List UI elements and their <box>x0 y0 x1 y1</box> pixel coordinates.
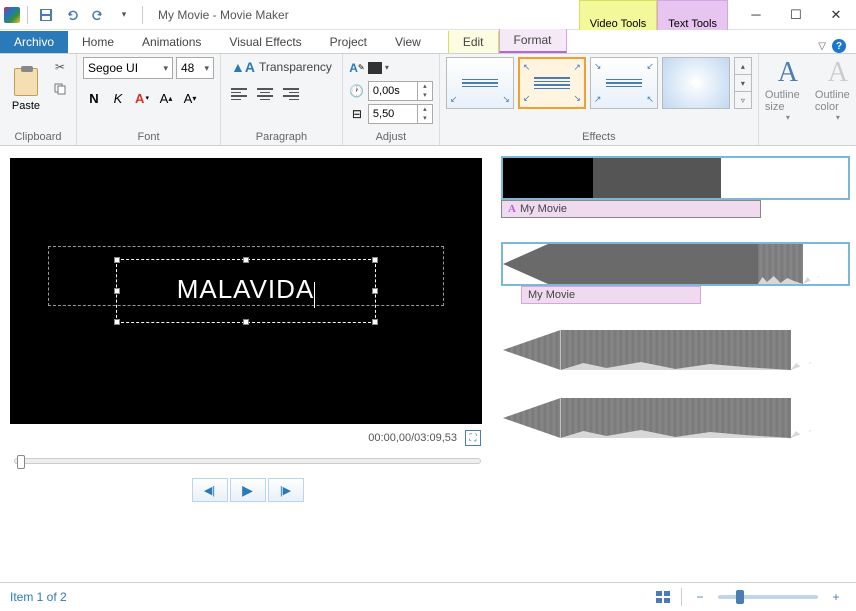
tab-video-edit[interactable]: Edit <box>448 31 499 53</box>
ribbon: Paste ✂ Clipboard Segoe UI▾ 48▾ N K A▾ A… <box>0 54 856 146</box>
tab-text-format[interactable]: Format <box>499 29 567 53</box>
group-font: Segoe UI▾ 48▾ N K A▾ A▴ A▾ Font <box>77 54 221 145</box>
video-tools-context: Video Tools <box>579 0 657 30</box>
copy-button[interactable] <box>50 79 70 99</box>
tab-project[interactable]: Project <box>316 31 381 53</box>
preview-canvas[interactable]: MALAVIDA <box>10 158 482 424</box>
clip-3[interactable] <box>501 328 850 372</box>
font-size-combo[interactable]: 48▾ <box>176 57 214 79</box>
timeline-pane[interactable]: A My Movie My Movie <box>495 146 856 582</box>
zoom-slider[interactable] <box>718 595 818 599</box>
tab-visual-effects[interactable]: Visual Effects <box>215 31 315 53</box>
effects-gallery-more[interactable]: ▴▾▿ <box>734 57 752 109</box>
duration-spinner[interactable]: 5,50 ▴▾ <box>368 104 433 124</box>
app-icon <box>4 7 20 23</box>
duration-icon: ⊟ <box>349 106 365 122</box>
undo-button[interactable] <box>61 4 83 26</box>
align-right-button[interactable] <box>279 83 303 105</box>
background-color-icon[interactable] <box>368 62 382 74</box>
caption-track-2[interactable]: My Movie <box>521 286 701 304</box>
status-bar: Item 1 of 2 − + <box>0 582 856 611</box>
close-button[interactable]: ✕ <box>816 0 856 30</box>
effect-flash[interactable]: ✦ <box>662 57 730 109</box>
seek-thumb[interactable] <box>17 455 25 469</box>
group-effects: ↙↘ ↖↗↙↘ ↘↙↗↖ ✦ ▴▾▿ Effects <box>440 54 759 145</box>
clip-1[interactable]: A My Movie <box>501 156 850 218</box>
tab-animations[interactable]: Animations <box>128 31 215 53</box>
shrink-font-button[interactable]: A▾ <box>179 87 201 109</box>
seek-bar[interactable] <box>14 458 481 464</box>
group-adjust: A✎ ▾ 🕐 0,00s ▴▾ ⊟ 5,50 ▴▾ <box>343 54 440 145</box>
qat-customize[interactable]: ▾ <box>113 4 135 26</box>
clip-4[interactable] <box>501 396 850 440</box>
status-item-count: Item 1 of 2 <box>10 590 67 604</box>
time-display: 00:00,00/03:09,53 <box>368 432 457 444</box>
group-clipboard: Paste ✂ Clipboard <box>0 54 77 145</box>
grow-font-button[interactable]: A▴ <box>155 87 177 109</box>
tab-view[interactable]: View <box>381 31 435 53</box>
start-time-spinner[interactable]: 0,00s ▴▾ <box>368 81 433 101</box>
effect-stretch[interactable]: ↖↗↙↘ <box>518 57 586 109</box>
minimize-button[interactable]: ─ <box>736 0 776 30</box>
outline-size-button[interactable]: A Outline size▾ <box>765 57 811 123</box>
tab-file[interactable]: Archivo <box>0 31 68 53</box>
prev-frame-button[interactable]: ◀| <box>192 478 228 502</box>
zoom-in-button[interactable]: + <box>826 587 846 607</box>
clipboard-icon <box>14 68 38 96</box>
paste-button[interactable]: Paste <box>6 57 46 123</box>
save-button[interactable] <box>35 4 57 26</box>
cut-button[interactable]: ✂ <box>50 57 70 77</box>
outline-color-button[interactable]: A Outline color▾ <box>815 57 856 123</box>
font-color-button[interactable]: A▾ <box>131 87 153 109</box>
fullscreen-button[interactable]: ⛶ <box>465 430 481 446</box>
italic-button[interactable]: K <box>107 87 129 109</box>
bold-button[interactable]: N <box>83 87 105 109</box>
workspace: MALAVIDA 00:00,00/03:09,53 ⛶ ◀| ▶ |▶ <box>0 146 856 582</box>
preview-pane: MALAVIDA 00:00,00/03:09,53 ⛶ ◀| ▶ |▶ <box>0 146 495 582</box>
transparency-icon: ▲A <box>231 59 255 75</box>
start-time-icon: 🕐 <box>349 83 365 99</box>
ribbon-tabs: Archivo Home Animations Visual Effects P… <box>0 30 856 54</box>
caption-track-1[interactable]: A My Movie <box>501 200 761 218</box>
next-frame-button[interactable]: |▶ <box>268 478 304 502</box>
effect-scroll[interactable]: ↙↘ <box>446 57 514 109</box>
transparency-button[interactable]: ▲A Transparency <box>227 57 336 77</box>
play-button[interactable]: ▶ <box>230 478 266 502</box>
align-center-button[interactable] <box>253 83 277 105</box>
thumbnail-view-button[interactable] <box>653 587 673 607</box>
clip-2[interactable]: My Movie <box>501 242 850 304</box>
text-icon: A <box>508 203 516 215</box>
tab-home[interactable]: Home <box>68 31 128 53</box>
align-left-button[interactable] <box>227 83 251 105</box>
text-edit-box[interactable]: MALAVIDA <box>116 259 377 323</box>
font-name-combo[interactable]: Segoe UI▾ <box>83 57 173 79</box>
window-title: My Movie - Movie Maker <box>158 8 289 22</box>
zoom-thumb[interactable] <box>736 590 744 604</box>
text-tools-context: Text Tools <box>657 0 728 30</box>
title-bar: ▾ My Movie - Movie Maker Video Tools Tex… <box>0 0 856 30</box>
group-paragraph: ▲A Transparency Paragraph <box>221 54 343 145</box>
group-outline: A Outline size▾ A Outline color▾ <box>759 54 856 145</box>
bg-color-dropdown[interactable]: ▾ <box>385 63 389 72</box>
edit-text-icon[interactable]: A✎ <box>349 60 365 76</box>
redo-button[interactable] <box>87 4 109 26</box>
zoom-out-button[interactable]: − <box>690 587 710 607</box>
maximize-button[interactable]: ☐ <box>776 0 816 30</box>
help-button[interactable]: ? <box>832 39 846 53</box>
effect-zoom-in[interactable]: ↘↙↗↖ <box>590 57 658 109</box>
ribbon-minimize[interactable]: ▽ <box>818 41 826 52</box>
